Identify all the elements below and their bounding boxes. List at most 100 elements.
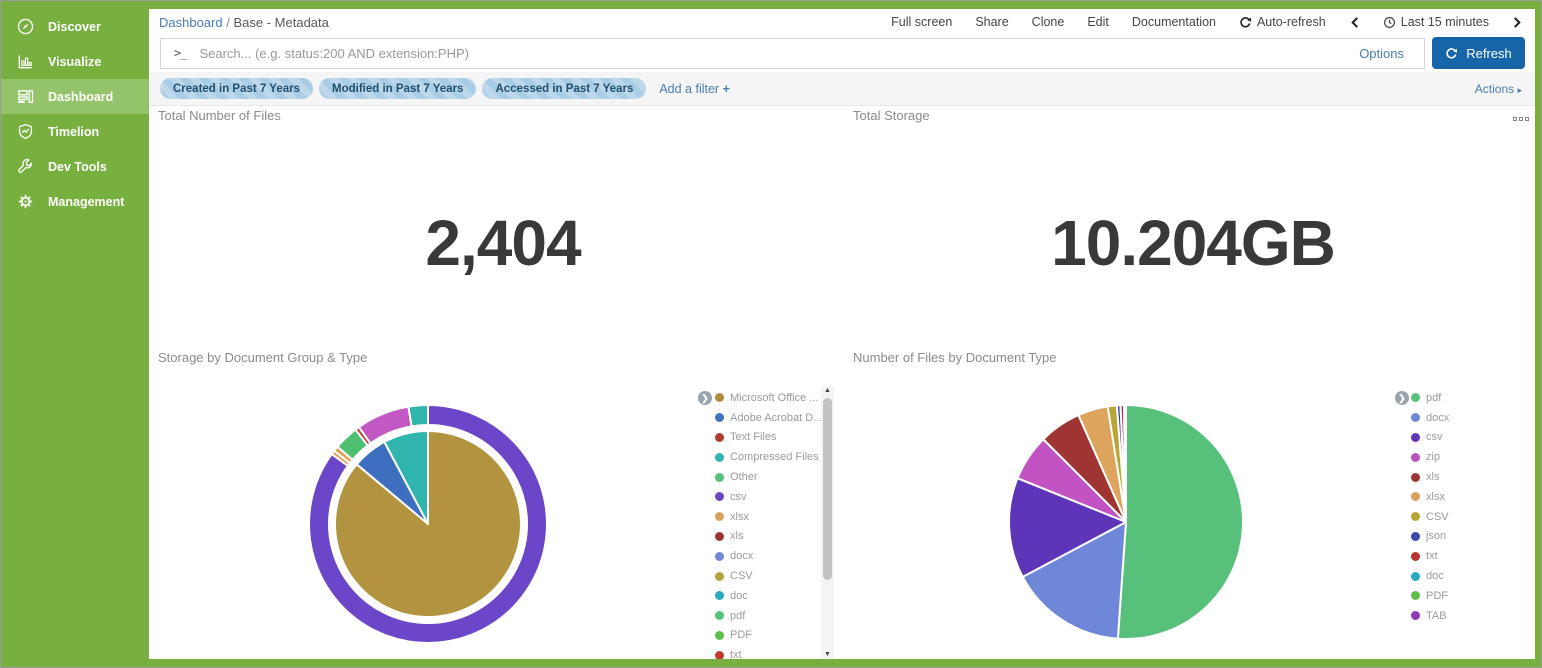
legend-label: csv — [730, 491, 747, 503]
scrollbar-down-arrow[interactable]: ▼ — [824, 651, 831, 659]
sidebar-item-visualize[interactable]: Visualize — [1, 44, 149, 79]
toolbar-share-button[interactable]: Share — [975, 15, 1008, 29]
scrollbar-up-arrow[interactable]: ▲ — [824, 387, 831, 395]
legend-dot-icon — [1411, 433, 1420, 442]
time-picker-button[interactable]: Last 15 minutes — [1383, 15, 1489, 29]
storage-pie-chart — [307, 403, 549, 645]
legend-dot-icon — [1411, 512, 1420, 521]
sidebar-item-discover[interactable]: Discover — [1, 9, 149, 44]
chevron-left-icon — [1349, 16, 1360, 29]
refresh-button-label: Refresh — [1466, 46, 1512, 61]
storage-legend-item-microsoft-office-[interactable]: Microsoft Office ... — [715, 388, 822, 408]
sidebar-item-dev-tools[interactable]: Dev Tools — [1, 149, 149, 184]
legend-label: json — [1426, 530, 1446, 542]
time-back-button[interactable] — [1349, 16, 1360, 29]
storage-legend-item-csv[interactable]: csv — [715, 487, 822, 507]
plus-icon: + — [723, 82, 730, 96]
legend-label: PDF — [1426, 590, 1448, 602]
frame-top-strip — [149, 1, 1541, 9]
type-legend-item-docx[interactable]: docx — [1411, 408, 1449, 428]
legend-collapse-icon[interactable]: ❯ — [698, 391, 712, 405]
legend-label: zip — [1426, 451, 1440, 463]
type-legend-item-pdf[interactable]: pdf — [1411, 388, 1449, 408]
add-filter-button[interactable]: Add a filter + — [659, 82, 730, 96]
management-icon — [16, 192, 35, 211]
type-legend-item-pdf[interactable]: PDF — [1411, 586, 1449, 606]
storage-legend-item-xlsx[interactable]: xlsx — [715, 507, 822, 527]
legend-scrollbar[interactable]: ▲ ▼ — [821, 386, 834, 660]
time-forward-button[interactable] — [1512, 16, 1523, 29]
legend-label: TAB — [1426, 610, 1447, 622]
scrollbar-thumb[interactable] — [823, 398, 832, 580]
sidebar-item-timelion[interactable]: Timelion — [1, 114, 149, 149]
storage-legend-item-csv[interactable]: CSV — [715, 566, 822, 586]
chevron-right-icon — [1512, 16, 1523, 29]
legend-dot-icon — [1411, 591, 1420, 600]
legend-dot-icon — [1411, 453, 1420, 462]
type-legend-item-txt[interactable]: txt — [1411, 546, 1449, 566]
clock-icon — [1383, 16, 1396, 29]
storage-outer-slice-doc[interactable] — [408, 405, 428, 426]
toolbar-full-screen-button[interactable]: Full screen — [891, 15, 952, 29]
legend-collapse-icon[interactable]: ❯ — [1395, 391, 1409, 405]
filter-actions-button[interactable]: Actions ▸ — [1475, 82, 1522, 96]
legend-label: xlsx — [1426, 491, 1445, 503]
query-options-link[interactable]: Options — [1351, 46, 1412, 61]
panel-title-total-storage: Total Storage — [853, 108, 930, 123]
panel-title-type-pie: Number of Files by Document Type — [853, 350, 1057, 365]
storage-legend-item-adobe-acrobat-d-[interactable]: Adobe Acrobat D... — [715, 408, 822, 428]
legend-label: xls — [1426, 471, 1439, 483]
legend-label: docx — [730, 550, 753, 562]
timelion-icon — [16, 122, 35, 141]
filter-pill[interactable]: Modified in Past 7 Years — [319, 78, 476, 99]
frame-right-strip — [1535, 1, 1541, 667]
auto-refresh-button[interactable]: Auto-refresh — [1239, 15, 1326, 29]
search-input[interactable] — [197, 45, 1340, 62]
storage-legend-item-other[interactable]: Other — [715, 467, 822, 487]
filter-pill[interactable]: Created in Past 7 Years — [160, 78, 313, 99]
sidebar: Discover Visualize DashboardTimelion Dev To… — [1, 1, 149, 667]
legend-dot-icon — [1411, 532, 1420, 541]
panel-options-icon[interactable] — [1513, 117, 1529, 121]
sidebar-item-label: Visualize — [48, 55, 101, 69]
storage-legend-item-compressed-files[interactable]: Compressed Files — [715, 447, 822, 467]
legend-label: CSV — [1426, 511, 1449, 523]
storage-legend-item-pdf[interactable]: pdf — [715, 606, 822, 626]
storage-legend-item-xls[interactable]: xls — [715, 527, 822, 547]
storage-legend-item-text-files[interactable]: Text Files — [715, 428, 822, 448]
refresh-icon — [1445, 47, 1458, 60]
discover-icon — [16, 17, 35, 36]
type-legend-item-xlsx[interactable]: xlsx — [1411, 487, 1449, 507]
legend-dot-icon — [715, 433, 724, 442]
refresh-button[interactable]: Refresh — [1432, 37, 1525, 69]
storage-legend-item-doc[interactable]: doc — [715, 586, 822, 606]
sidebar-item-label: Dev Tools — [48, 160, 107, 174]
type-legend-item-json[interactable]: json — [1411, 527, 1449, 547]
filter-pill[interactable]: Accessed in Past 7 Years — [482, 78, 646, 99]
legend-dot-icon — [715, 552, 724, 561]
type-legend-item-xls[interactable]: xls — [1411, 467, 1449, 487]
type-legend-item-csv[interactable]: csv — [1411, 428, 1449, 448]
toolbar-documentation-button[interactable]: Documentation — [1132, 15, 1216, 29]
caret-right-icon: ▸ — [1517, 85, 1522, 95]
storage-legend-item-pdf[interactable]: PDF — [715, 626, 822, 646]
sidebar-item-management[interactable]: Management — [1, 184, 149, 219]
panel-title-total-files: Total Number of Files — [158, 108, 281, 123]
storage-legend-item-docx[interactable]: docx — [715, 546, 822, 566]
sidebar-item-label: Discover — [48, 20, 101, 34]
legend-label: doc — [1426, 570, 1444, 582]
type-legend-item-csv[interactable]: CSV — [1411, 507, 1449, 527]
legend-dot-icon — [715, 631, 724, 640]
legend-label: Adobe Acrobat D... — [730, 412, 822, 424]
type-legend-item-doc[interactable]: doc — [1411, 566, 1449, 586]
toolbar-clone-button[interactable]: Clone — [1032, 15, 1065, 29]
type-legend-item-tab[interactable]: TAB — [1411, 606, 1449, 626]
type-legend-item-zip[interactable]: zip — [1411, 447, 1449, 467]
toolbar-edit-button[interactable]: Edit — [1087, 15, 1109, 29]
sidebar-item-dashboard[interactable]: Dashboard — [1, 79, 149, 114]
visualize-icon — [16, 52, 35, 71]
legend-dot-icon — [715, 393, 724, 402]
type-slice-pdf[interactable] — [1118, 405, 1243, 639]
breadcrumb-dashboard-link[interactable]: Dashboard — [159, 15, 223, 30]
breadcrumb-current: Base - Metadata — [233, 15, 328, 30]
